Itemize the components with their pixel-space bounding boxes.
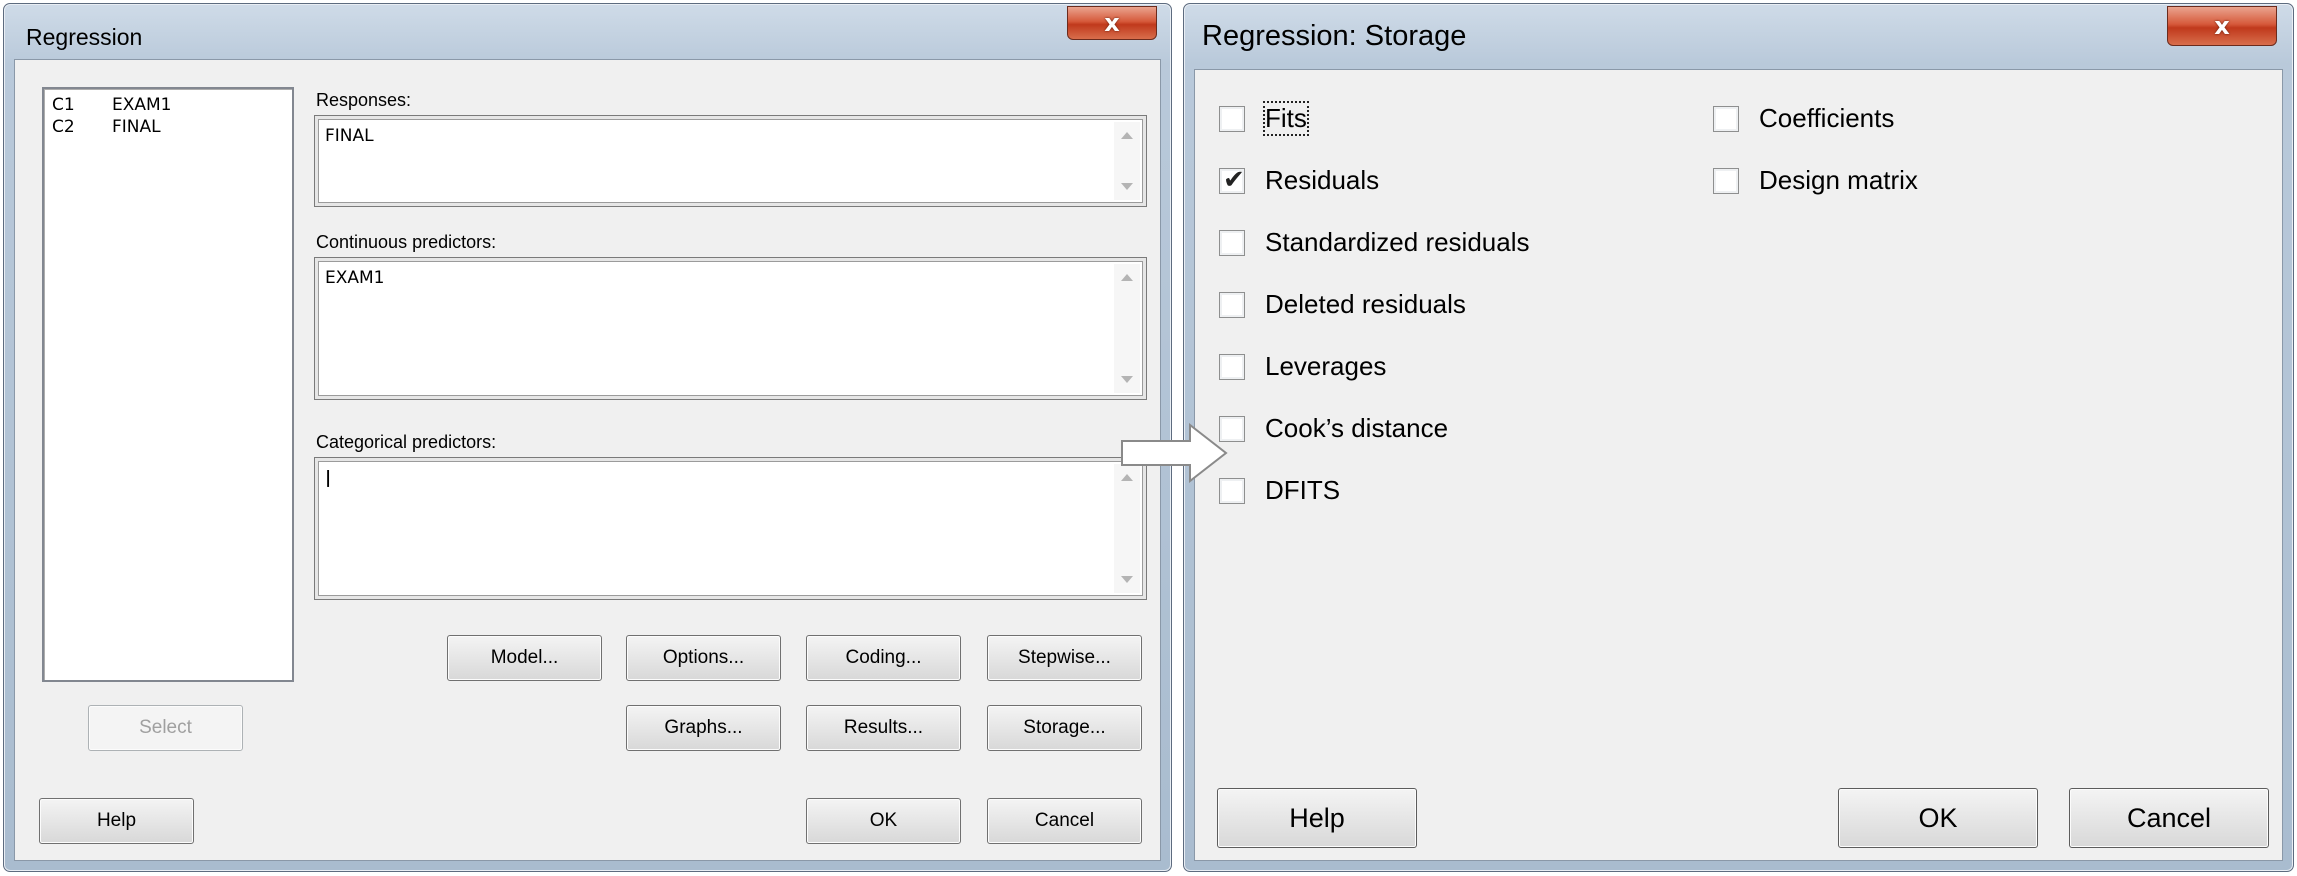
- variable-list[interactable]: C1 EXAM1 C2 FINAL: [42, 87, 294, 682]
- scroll-up-icon[interactable]: [1121, 132, 1133, 139]
- dialog-title: Regression: Storage: [1202, 20, 1467, 52]
- checkbox-box[interactable]: [1219, 291, 1245, 318]
- deleted-residuals-checkbox[interactable]: Deleted residuals: [1219, 289, 1466, 320]
- options-button[interactable]: Options...: [626, 635, 781, 681]
- close-icon: x: [2214, 12, 2230, 40]
- help-button[interactable]: Help: [39, 798, 194, 844]
- dfits-checkbox[interactable]: DFITS: [1219, 475, 1340, 506]
- variable-item[interactable]: C2 FINAL: [52, 117, 161, 137]
- checkbox-label: Fits: [1263, 101, 1309, 136]
- continuous-predictors-value: EXAM1: [325, 268, 385, 288]
- responses-field[interactable]: FINAL: [314, 115, 1147, 207]
- checkbox-label: Design matrix: [1759, 165, 1918, 195]
- checkbox-box[interactable]: [1713, 105, 1739, 132]
- variable-item[interactable]: C1 EXAM1: [52, 95, 172, 115]
- checkbox-box[interactable]: [1219, 229, 1245, 256]
- coefficients-checkbox[interactable]: Coefficients: [1713, 103, 1894, 134]
- continuous-predictors-label: Continuous predictors:: [316, 232, 497, 252]
- results-button[interactable]: Results...: [806, 705, 961, 751]
- checkbox-label: Cook’s distance: [1265, 413, 1449, 443]
- checkbox-box[interactable]: [1219, 105, 1245, 132]
- responses-value: FINAL: [325, 126, 374, 146]
- graphs-button[interactable]: Graphs...: [626, 705, 781, 751]
- cooks-distance-checkbox[interactable]: Cook’s distance: [1219, 413, 1448, 444]
- categorical-predictors-field[interactable]: |: [314, 457, 1147, 600]
- checkbox-box[interactable]: [1713, 167, 1739, 194]
- check-icon: ✔: [1223, 164, 1245, 195]
- variable-name: FINAL: [112, 117, 161, 137]
- close-icon: x: [1104, 9, 1120, 37]
- arrow-right-icon: [1121, 423, 1228, 483]
- variable-column: C2: [52, 117, 75, 137]
- coding-button[interactable]: Coding...: [806, 635, 961, 681]
- ok-button[interactable]: OK: [1838, 788, 2038, 848]
- close-button[interactable]: x: [2167, 6, 2277, 46]
- scrollbar[interactable]: [1114, 464, 1140, 593]
- design-matrix-checkbox[interactable]: Design matrix: [1713, 165, 1918, 196]
- storage-dialog: Regression: Storage x Fits ✔ Residuals S…: [1183, 3, 2294, 872]
- select-button[interactable]: Select: [88, 705, 243, 751]
- ok-button[interactable]: OK: [806, 798, 961, 844]
- cancel-button[interactable]: Cancel: [987, 798, 1142, 844]
- fits-checkbox[interactable]: Fits: [1219, 101, 1309, 136]
- cancel-button[interactable]: Cancel: [2069, 788, 2269, 848]
- checkbox-box[interactable]: [1219, 353, 1245, 380]
- scroll-down-icon[interactable]: [1121, 376, 1133, 383]
- checkbox-box[interactable]: ✔: [1219, 164, 1245, 195]
- scrollbar[interactable]: [1114, 264, 1140, 393]
- continuous-predictors-field[interactable]: EXAM1: [314, 257, 1147, 400]
- checkbox-label: DFITS: [1265, 475, 1341, 505]
- text-cursor: |: [325, 468, 332, 488]
- dialog-body: C1 EXAM1 C2 FINAL Responses: FINAL Continu…: [14, 59, 1161, 861]
- stepwise-button[interactable]: Stepwise...: [987, 635, 1142, 681]
- regression-dialog: Regression x C1 EXAM1 C2 FINAL Responses: …: [3, 3, 1172, 872]
- scroll-down-icon[interactable]: [1121, 183, 1133, 190]
- residuals-checkbox[interactable]: ✔ Residuals: [1219, 165, 1379, 196]
- help-button[interactable]: Help: [1217, 788, 1417, 848]
- checkbox-label: Standardized residuals: [1265, 227, 1530, 257]
- checkbox-label: Residuals: [1265, 165, 1380, 195]
- categorical-predictors-label: Categorical predictors:: [316, 432, 497, 452]
- close-button[interactable]: x: [1067, 6, 1157, 40]
- storage-button[interactable]: Storage...: [987, 705, 1142, 751]
- scroll-up-icon[interactable]: [1121, 274, 1133, 281]
- responses-label: Responses:: [316, 90, 412, 110]
- title-bar: Regression: Storage x: [1184, 4, 2293, 68]
- dialog-title: Regression: [26, 24, 143, 50]
- leverages-checkbox[interactable]: Leverages: [1219, 351, 1386, 382]
- checkbox-label: Leverages: [1265, 351, 1387, 381]
- variable-name: EXAM1: [112, 95, 172, 115]
- scroll-down-icon[interactable]: [1121, 576, 1133, 583]
- standardized-residuals-checkbox[interactable]: Standardized residuals: [1219, 227, 1530, 258]
- model-button[interactable]: Model...: [447, 635, 602, 681]
- variable-column: C1: [52, 95, 75, 115]
- checkbox-label: Deleted residuals: [1265, 289, 1466, 319]
- dialog-body: Fits ✔ Residuals Standardized residuals …: [1194, 69, 2283, 861]
- checkbox-label: Coefficients: [1759, 103, 1895, 133]
- scrollbar[interactable]: [1114, 122, 1140, 200]
